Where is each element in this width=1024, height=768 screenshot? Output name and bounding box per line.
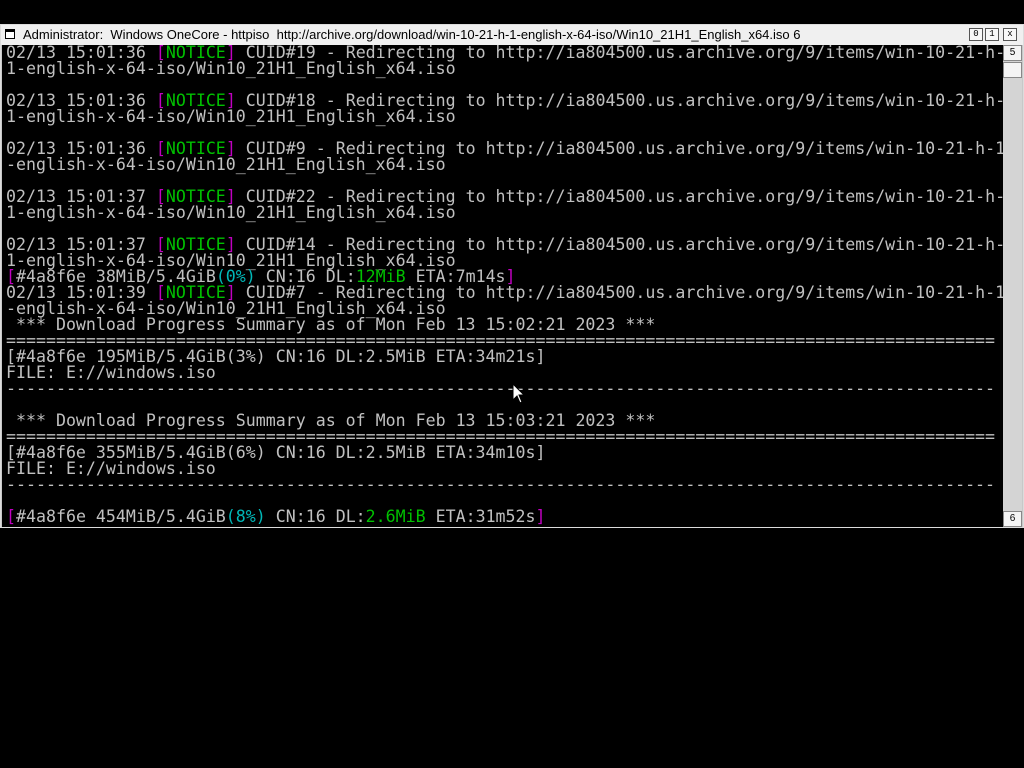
vertical-scrollbar[interactable]: 5 6	[1003, 45, 1022, 527]
terminal-line: [#4a8f6e 454MiB/5.4GiB(8%) CN:16 DL:2.6M…	[6, 507, 1003, 526]
terminal-text: 2.6MiB	[365, 507, 426, 526]
terminal-line: ----------------------------------------…	[6, 475, 1003, 494]
mouse-pointer-icon	[512, 383, 526, 404]
console-window[interactable]: Administrator: Windows OneCore - httpiso…	[0, 24, 1024, 528]
terminal-text: CN:16 DL:	[265, 507, 366, 526]
scroll-down-button[interactable]: 6	[1003, 511, 1022, 527]
maximize-button[interactable]: 1	[985, 28, 999, 41]
minimize-button[interactable]: 0	[969, 28, 983, 41]
close-button[interactable]: x	[1003, 28, 1017, 41]
terminal-text: ETA:31m52s	[425, 507, 536, 526]
terminal-line: -english-x-64-iso/Win10_21H1_English_x64…	[6, 155, 1003, 174]
terminal-text: -english-x-64-iso/Win10_21H1_English_x64…	[6, 155, 446, 174]
terminal-text: ]	[535, 507, 546, 526]
terminal-line: 1-english-x-64-iso/Win10_21H1_English_x6…	[6, 107, 1003, 126]
terminal-text: 1-english-x-64-iso/Win10_21H1_English_x6…	[6, 59, 456, 78]
scroll-up-button[interactable]: 5	[1003, 45, 1022, 61]
terminal-text: (8%)	[225, 507, 266, 526]
terminal-text: #4a8f6e 454MiB/5.4GiB	[16, 507, 226, 526]
terminal-lines: 02/13 15:01:36 [NOTICE] CUID#19 - Redire…	[6, 45, 1003, 525]
window-title: Administrator: Windows OneCore - httpiso…	[23, 27, 801, 42]
terminal-line: 1-english-x-64-iso/Win10_21H1_English_x6…	[6, 59, 1003, 78]
scrollbar-thumb[interactable]	[1003, 62, 1022, 78]
terminal-text: ----------------------------------------…	[6, 379, 996, 398]
title-bar[interactable]: Administrator: Windows OneCore - httpiso…	[1, 25, 1023, 45]
console-window-icon[interactable]	[5, 29, 15, 39]
terminal-text: 1-english-x-64-iso/Win10_21H1_English_x6…	[6, 107, 456, 126]
terminal-output[interactable]: 02/13 15:01:36 [NOTICE] CUID#19 - Redire…	[2, 45, 1003, 527]
terminal-line: ----------------------------------------…	[6, 379, 1003, 398]
terminal-line: 1-english-x-64-iso/Win10_21H1_English_x6…	[6, 203, 1003, 222]
terminal-text: ----------------------------------------…	[6, 475, 996, 494]
terminal-text: [	[6, 507, 16, 526]
terminal-text: 1-english-x-64-iso/Win10_21H1_English_x6…	[6, 203, 456, 222]
